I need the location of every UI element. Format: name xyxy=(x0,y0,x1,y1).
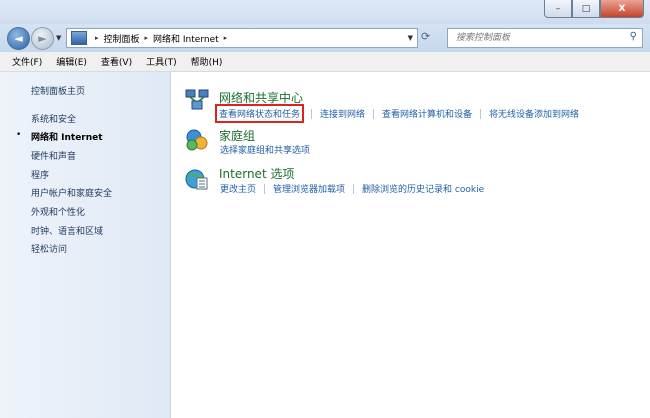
back-button[interactable]: ◄ xyxy=(7,27,30,50)
category-links-network-sharing: 查看网络状态和任务 连接到网络 查看网络计算机和设备 将无线设备添加到网络 xyxy=(215,104,580,123)
link-change-homepage[interactable]: 更改主页 xyxy=(219,182,257,195)
sidebar-item-home[interactable]: 控制面板主页 xyxy=(31,84,85,97)
search-icon[interactable]: ⚲ xyxy=(630,31,637,42)
breadcrumb-network-internet[interactable]: 网络和 Internet xyxy=(153,32,219,45)
network-sharing-icon xyxy=(185,89,209,110)
sidebar-item-clock-language[interactable]: 时钟、语言和区域 xyxy=(31,224,103,237)
breadcrumb-control-panel[interactable]: 控制面板 xyxy=(104,32,140,45)
link-divider xyxy=(353,183,355,194)
category-links-homegroup: 选择家庭组和共享选项 xyxy=(219,143,311,156)
sidebar-item-network-internet: 网络和 Internet xyxy=(31,133,103,143)
address-row: ◄ ► ▼ ▸ 控制面板 ▸ 网络和 Internet ▸ ▼ ⟳ ⚲ xyxy=(0,24,650,52)
window-controls: – □ X xyxy=(544,0,644,18)
recent-pages-dropdown-icon[interactable]: ▼ xyxy=(56,34,61,42)
sidebar-item-system-security[interactable]: 系统和安全 xyxy=(31,112,76,125)
internet-options-icon xyxy=(185,169,208,190)
active-bullet-icon: • xyxy=(16,130,22,140)
link-homegroup-options[interactable]: 选择家庭组和共享选项 xyxy=(219,143,311,156)
link-manage-addons[interactable]: 管理浏览器加载项 xyxy=(272,182,346,195)
search-input[interactable] xyxy=(454,32,626,44)
sidebar-item-user-accounts[interactable]: 用户帐户和家庭安全 xyxy=(31,186,112,199)
control-panel-icon xyxy=(71,31,87,45)
sidebar-item-ease-of-access[interactable]: 轻松访问 xyxy=(31,242,67,255)
category-title-homegroup[interactable]: 家庭组 xyxy=(219,127,255,144)
refresh-icon[interactable]: ⟳ xyxy=(421,30,430,43)
sidebar-item-hardware-sound[interactable]: 硬件和声音 xyxy=(31,149,76,162)
link-delete-history[interactable]: 删除浏览的历史记录和 cookie xyxy=(361,182,485,195)
address-dropdown-icon[interactable]: ▼ xyxy=(408,34,413,42)
link-divider xyxy=(480,108,482,119)
link-add-wireless-device[interactable]: 将无线设备添加到网络 xyxy=(488,107,580,120)
sidebar-item-appearance[interactable]: 外观和个性化 xyxy=(31,205,85,218)
link-view-network-status[interactable]: 查看网络状态和任务 xyxy=(215,104,305,123)
link-connect-to-network[interactable]: 连接到网络 xyxy=(319,107,366,120)
homegroup-icon xyxy=(186,129,208,151)
minimize-button[interactable]: – xyxy=(544,0,572,18)
close-button[interactable]: X xyxy=(600,0,644,18)
link-divider xyxy=(373,108,375,119)
sidebar-item-programs[interactable]: 程序 xyxy=(31,168,49,181)
category-title-internet-options[interactable]: Internet 选项 xyxy=(219,165,294,182)
menu-tools[interactable]: 工具(T) xyxy=(146,55,177,68)
menu-edit[interactable]: 编辑(E) xyxy=(56,55,87,68)
menu-bar: 文件(F) 编辑(E) 查看(V) 工具(T) 帮助(H) xyxy=(0,52,650,72)
search-box[interactable]: ⚲ xyxy=(447,28,643,48)
sidebar: 控制面板主页 系统和安全 • 网络和 Internet 硬件和声音 程序 用户帐… xyxy=(0,72,171,418)
breadcrumb-separator-icon[interactable]: ▸ xyxy=(224,34,228,42)
address-bar[interactable]: ▸ 控制面板 ▸ 网络和 Internet ▸ ▼ xyxy=(66,28,418,48)
link-divider xyxy=(264,183,266,194)
menu-help[interactable]: 帮助(H) xyxy=(191,55,223,68)
link-divider xyxy=(311,108,313,119)
window-titlebar: – □ X xyxy=(0,0,650,24)
breadcrumb-separator-icon[interactable]: ▸ xyxy=(95,34,99,42)
main-content: 网络和共享中心 查看网络状态和任务 连接到网络 查看网络计算机和设备 将无线设备… xyxy=(171,72,650,418)
menu-file[interactable]: 文件(F) xyxy=(12,55,42,68)
maximize-button[interactable]: □ xyxy=(572,0,600,18)
category-links-internet-options: 更改主页 管理浏览器加载项 删除浏览的历史记录和 cookie xyxy=(219,182,485,195)
forward-button[interactable]: ► xyxy=(31,27,54,50)
link-view-network-computers[interactable]: 查看网络计算机和设备 xyxy=(381,107,473,120)
menu-view[interactable]: 查看(V) xyxy=(101,55,132,68)
breadcrumb-separator-icon[interactable]: ▸ xyxy=(145,34,149,42)
